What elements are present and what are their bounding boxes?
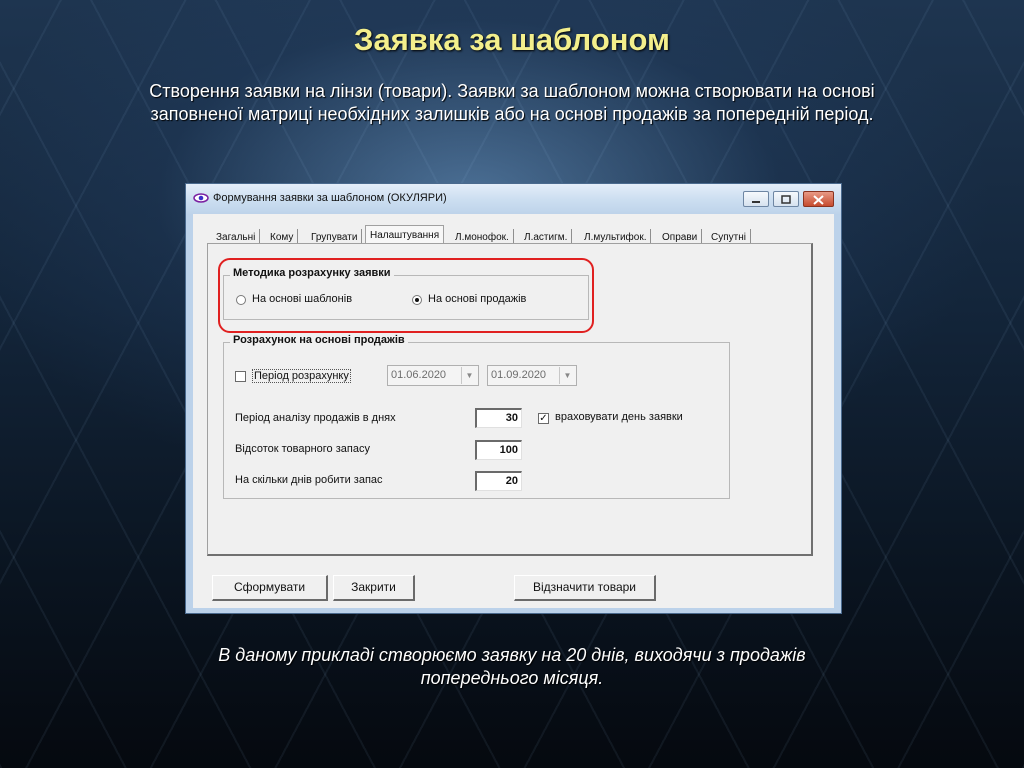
- minimize-button[interactable]: [743, 191, 769, 207]
- slide-caption: В даному прикладі створюємо заявку на 20…: [218, 645, 806, 688]
- minimize-icon: [752, 201, 760, 203]
- mark-goods-button[interactable]: Відзначити товари: [514, 575, 656, 601]
- analysis-days-input[interactable]: 30: [475, 408, 522, 428]
- eye-icon: [193, 193, 209, 203]
- chevron-down-icon[interactable]: ▼: [461, 367, 477, 384]
- period-label[interactable]: Період розрахунку: [252, 369, 351, 383]
- window-titlebar[interactable]: Формування заявки за шаблоном (ОКУЛЯРИ): [186, 184, 841, 214]
- date-from-picker[interactable]: 01.06.2020 ▼: [387, 365, 479, 386]
- date-from-value: 01.06.2020: [391, 369, 447, 381]
- count-order-day-checkbox[interactable]: ✓: [538, 413, 549, 424]
- sales-group-title: Розрахунок на основі продажів: [230, 334, 408, 346]
- window-title: Формування заявки за шаблоном (ОКУЛЯРИ): [213, 192, 447, 204]
- close-button[interactable]: [803, 191, 834, 207]
- stock-days-input[interactable]: 20: [475, 471, 522, 491]
- stock-days-label: На скільки днів робити запас: [235, 474, 383, 486]
- stock-percent-input[interactable]: 100: [475, 440, 522, 460]
- maximize-icon: [781, 195, 791, 204]
- chevron-down-icon[interactable]: ▼: [559, 367, 575, 384]
- period-checkbox[interactable]: [235, 371, 246, 382]
- date-to-picker[interactable]: 01.09.2020 ▼: [487, 365, 577, 386]
- date-to-value: 01.09.2020: [491, 369, 547, 381]
- slide-subtitle: Створення заявки на лінзи (товари). Заяв…: [149, 81, 875, 124]
- close-dialog-button[interactable]: Закрити: [333, 575, 415, 601]
- analysis-days-label: Період аналізу продажів в днях: [235, 412, 396, 424]
- stock-percent-label: Відсоток товарного запасу: [235, 443, 370, 455]
- count-order-day-label[interactable]: враховувати день заявки: [555, 411, 683, 423]
- close-icon: [813, 195, 824, 205]
- form-button[interactable]: Сформувати: [212, 575, 328, 601]
- slide-title: Заявка за шаблоном: [354, 22, 670, 57]
- highlight-frame: [218, 258, 594, 333]
- maximize-button[interactable]: [773, 191, 799, 207]
